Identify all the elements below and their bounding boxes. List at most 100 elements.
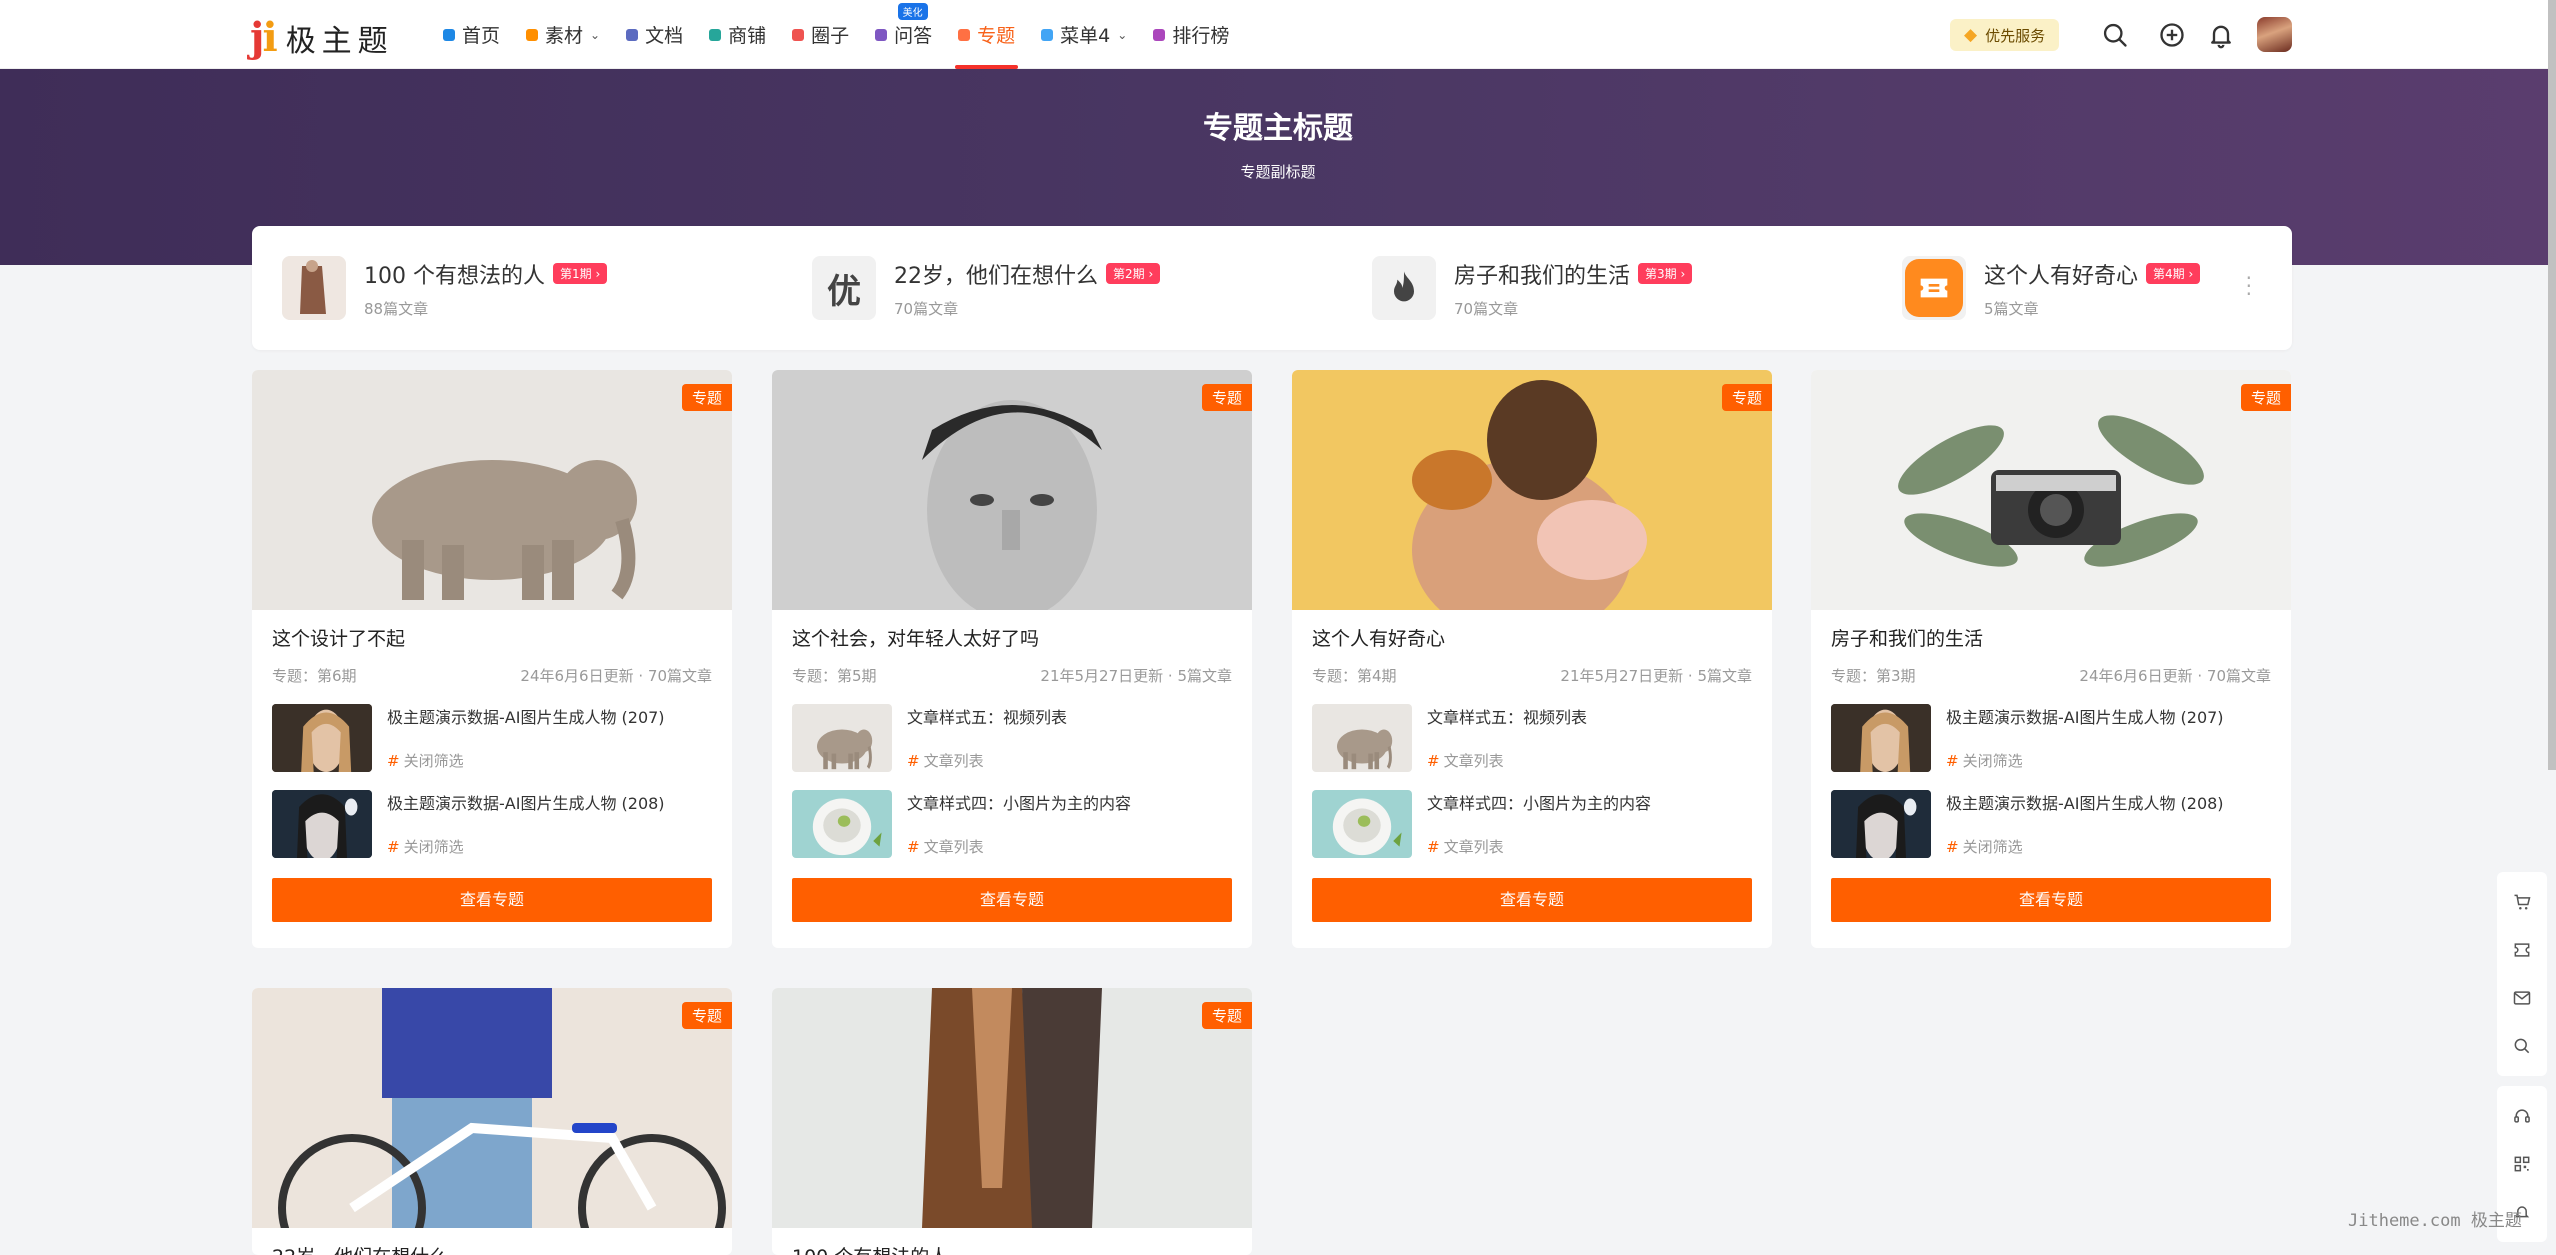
post-title[interactable]: 文章样式五：视频列表 [907,704,1067,728]
topic-card[interactable]: 专题 这个设计了不起 专题：第6期 24年6月6日更新 · 70篇文章 极主题演… [252,370,732,948]
post-thumbnail[interactable] [792,704,892,772]
post-thumbnail[interactable] [272,704,372,772]
series-item-3[interactable]: 房子和我们的生活 第3期 › 70篇文章 [1372,256,1693,320]
post-title[interactable]: 文章样式五：视频列表 [1427,704,1587,728]
nav-item-0[interactable]: 首页 [440,0,503,69]
post-thumbnail[interactable] [1831,790,1931,858]
more-icon[interactable]: · · · [2246,268,2252,304]
topic-card[interactable]: 专题 这个人有好奇心 专题：第4期 21年5月27日更新 · 5篇文章 文章样式… [1292,370,1772,948]
card-issue: 专题：第6期 [272,667,357,685]
nav-item-5[interactable]: 问答 美化 [872,0,935,69]
cart-icon[interactable] [2497,878,2547,926]
mail-icon[interactable] [2497,974,2547,1022]
post-item[interactable]: 极主题演示数据-AI图片生成人物 (208) # 关闭筛选 [1831,790,2271,858]
ticket-icon[interactable] [2497,926,2547,974]
card-image[interactable]: 专题 [772,370,1252,610]
series-issue-tag[interactable]: 第3期 › [1638,263,1693,284]
series-item-4[interactable]: 这个人有好奇心 第4期 › 5篇文章 [1902,256,2201,320]
topic-badge: 专题 [681,384,732,411]
card-issue: 专题：第3期 [1831,667,1916,685]
card-image[interactable]: 专题 [1811,370,2291,610]
diamond-icon: ◆ [1964,25,1978,45]
user-avatar[interactable] [2257,17,2292,52]
card-image[interactable]: 专题 [772,988,1252,1228]
card-body: 这个设计了不起 专题：第6期 24年6月6日更新 · 70篇文章 极主题演示数据… [252,624,732,922]
nav-item-7[interactable]: 菜单4 ⌄ [1038,0,1130,69]
nav-item-4[interactable]: 圈子 [789,0,852,69]
post-item[interactable]: 文章样式四：小图片为主的内容 # 文章列表 [1312,790,1752,858]
priority-service-button[interactable]: ◆ 优先服务 [1950,19,2060,51]
qrcode-icon[interactable] [2497,1140,2547,1188]
search-icon[interactable] [2101,21,2129,49]
view-topic-button[interactable]: 查看专题 [792,878,1232,922]
nav-item-2[interactable]: 文档 [623,0,686,69]
post-tag[interactable]: # 文章列表 [907,750,1067,771]
nav-item-1[interactable]: 素材 ⌄ [523,0,603,69]
card-image[interactable]: 专题 [252,370,732,610]
nav-item-6[interactable]: 专题 [955,0,1019,69]
post-tag[interactable]: # 关闭筛选 [387,750,665,771]
scrollbar[interactable] [2548,0,2556,770]
card-title[interactable]: 这个人有好奇心 [1312,624,1752,651]
bell-icon[interactable] [2207,21,2235,49]
post-item[interactable]: 极主题演示数据-AI图片生成人物 (207) # 关闭筛选 [272,704,712,772]
card-title[interactable]: 这个设计了不起 [272,624,712,651]
topic-card[interactable]: 专题 100 个有想法的人 [772,988,1252,1255]
card-title[interactable]: 房子和我们的生活 [1831,624,2271,651]
post-title[interactable]: 极主题演示数据-AI图片生成人物 (207) [1946,704,2224,728]
add-circle-icon[interactable] [2158,21,2186,49]
post-tag[interactable]: # 关闭筛选 [387,836,665,857]
post-title[interactable]: 文章样式四：小图片为主的内容 [907,790,1131,814]
post-item[interactable]: 文章样式五：视频列表 # 文章列表 [792,704,1232,772]
post-tag[interactable]: # 文章列表 [907,836,1131,857]
series-item-1[interactable]: 100 个有想法的人 第1期 › 88篇文章 [282,256,608,320]
series-issue-tag[interactable]: 第1期 › [553,263,608,284]
card-meta: 专题：第3期 24年6月6日更新 · 70篇文章 [1831,665,2271,686]
post-tag[interactable]: # 关闭筛选 [1946,750,2224,771]
post-title[interactable]: 极主题演示数据-AI图片生成人物 (208) [1946,790,2224,814]
card-title[interactable]: 这个社会，对年轻人太好了吗 [792,624,1232,651]
series-name: 这个人有好奇心 [1984,263,2139,289]
post-thumbnail[interactable] [792,790,892,858]
topic-card[interactable]: 专题 22岁，他们在想什么 [252,988,732,1255]
card-title[interactable]: 22岁，他们在想什么 [272,1242,712,1255]
nav-item-8[interactable]: 排行榜 [1150,0,1232,69]
post-text: 文章样式五：视频列表 # 文章列表 [1427,704,1587,772]
card-title[interactable]: 100 个有想法的人 [792,1242,1232,1255]
nav-item-3[interactable]: 商铺 [706,0,769,69]
series-thumb [1372,256,1436,320]
view-topic-button[interactable]: 查看专题 [272,878,712,922]
series-issue-tag[interactable]: 第4期 › [2146,263,2201,284]
nav-label: 专题 [977,25,1016,47]
topic-card[interactable]: 专题 房子和我们的生活 专题：第3期 24年6月6日更新 · 70篇文章 极主题… [1811,370,2291,948]
footer-watermark: Jitheme.com 极主题 [2348,1211,2522,1231]
card-image[interactable]: 专题 [1292,370,1772,610]
view-topic-button[interactable]: 查看专题 [1831,878,2271,922]
post-item[interactable]: 文章样式四：小图片为主的内容 # 文章列表 [792,790,1232,858]
post-thumbnail[interactable] [272,790,372,858]
card-image[interactable]: 专题 [252,988,732,1228]
post-item[interactable]: 极主题演示数据-AI图片生成人物 (207) # 关闭筛选 [1831,704,2271,772]
site-logo[interactable]: ji 极主题 [250,14,394,61]
post-item[interactable]: 极主题演示数据-AI图片生成人物 (208) # 关闭筛选 [272,790,712,858]
post-title[interactable]: 极主题演示数据-AI图片生成人物 (208) [387,790,665,814]
post-tag[interactable]: # 文章列表 [1427,750,1587,771]
post-thumbnail[interactable] [1312,790,1412,858]
headset-icon[interactable] [2497,1092,2547,1140]
series-issue-tag[interactable]: 第2期 › [1106,263,1161,284]
post-item[interactable]: 文章样式五：视频列表 # 文章列表 [1312,704,1752,772]
nav-icon [709,28,722,41]
side-search-icon[interactable] [2497,1022,2547,1070]
nav-label: 首页 [462,25,501,47]
series-strip: · · · 100 个有想法的人 第1期 › 88篇文章 优 22岁，他们在想什么 … [252,226,2292,350]
post-tag[interactable]: # 关闭筛选 [1946,836,2224,857]
post-thumbnail[interactable] [1831,704,1931,772]
series-item-2[interactable]: 优 22岁，他们在想什么 第2期 › 70篇文章 [812,256,1161,320]
nav-label: 问答 [894,25,933,47]
post-tag[interactable]: # 文章列表 [1427,836,1651,857]
post-title[interactable]: 极主题演示数据-AI图片生成人物 (207) [387,704,665,728]
post-thumbnail[interactable] [1312,704,1412,772]
post-title[interactable]: 文章样式四：小图片为主的内容 [1427,790,1651,814]
view-topic-button[interactable]: 查看专题 [1312,878,1752,922]
topic-card[interactable]: 专题 这个社会，对年轻人太好了吗 专题：第5期 21年5月27日更新 · 5篇文… [772,370,1252,948]
